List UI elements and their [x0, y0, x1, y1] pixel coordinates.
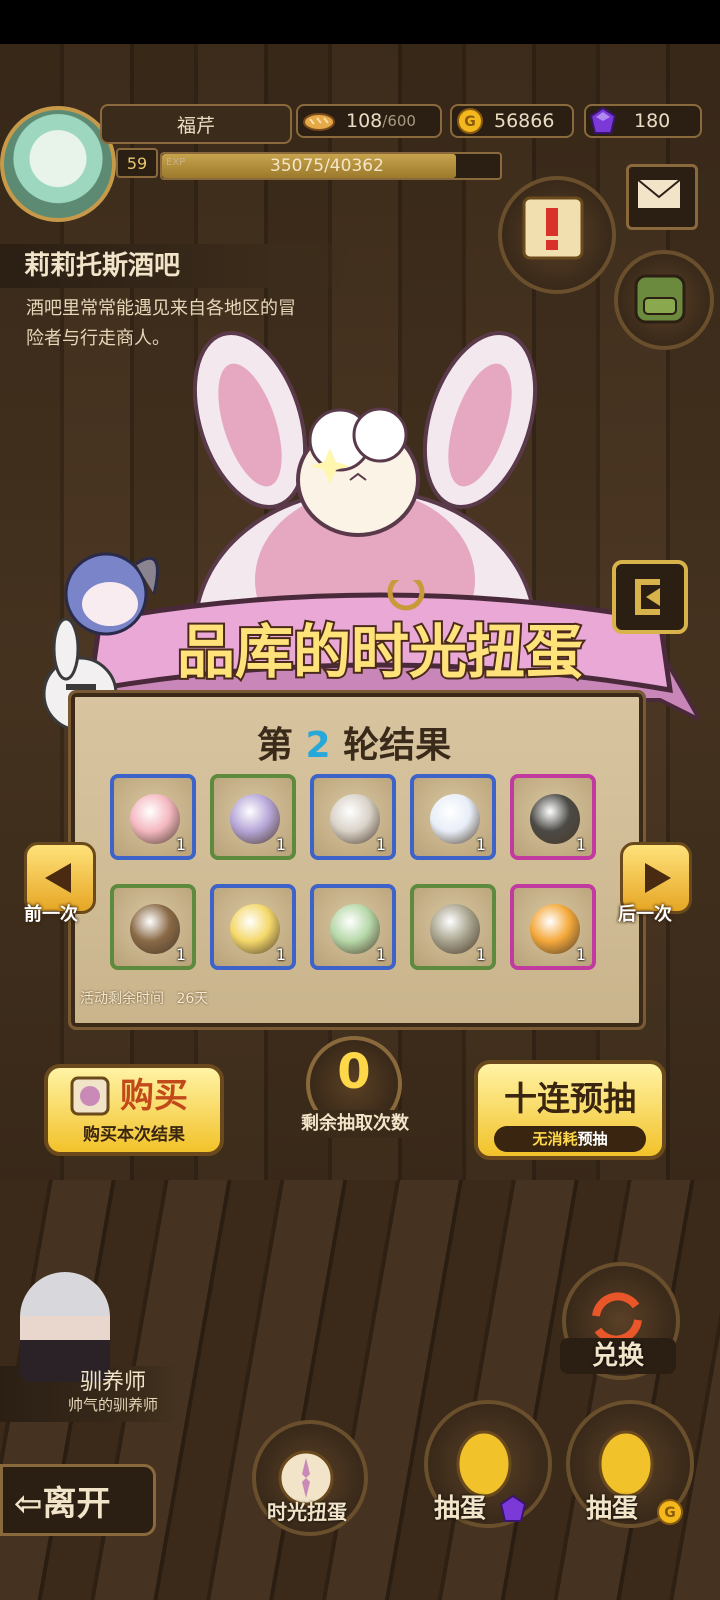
buy-sublabel[interactable]: 购买本次结果	[44, 1120, 224, 1145]
envelope-icon	[636, 178, 682, 210]
stamina-value: 108	[346, 110, 383, 132]
no-cost-highlight: 无消耗	[532, 1130, 578, 1148]
trainer-title: 驯养师	[80, 1370, 147, 1395]
gem-draw-label[interactable]: 抽蛋	[434, 1488, 486, 1525]
stamina-max: /600	[382, 112, 416, 130]
purple-gem-icon	[590, 107, 616, 134]
ten-preview-draw-label[interactable]: 十连预抽	[474, 1072, 666, 1120]
player-avatar[interactable]	[0, 106, 116, 222]
item-count: 1	[275, 835, 286, 854]
bread-icon	[303, 113, 335, 131]
item-count: 1	[375, 835, 386, 854]
item-count: 1	[275, 945, 286, 964]
mail-button[interactable]	[626, 164, 698, 230]
round-prefix: 第	[256, 725, 293, 766]
grey-leaf-icon	[430, 904, 480, 954]
pink-sack-icon	[130, 794, 180, 844]
exp-text: 35075/40362	[270, 156, 384, 176]
preview-draw-text: 预抽	[577, 1130, 608, 1148]
gold-draw-label[interactable]: 抽蛋	[586, 1488, 638, 1525]
result-item-slot[interactable]: 1	[410, 774, 496, 860]
gem-counter[interactable]: 180	[584, 104, 702, 138]
stamina-counter[interactable]: 108 /600	[296, 104, 442, 138]
result-item-slot[interactable]: 1	[410, 884, 496, 970]
exp-tag: EXP	[166, 157, 186, 168]
backpack-button[interactable]	[614, 250, 714, 350]
gold-counter[interactable]: G 56866	[450, 104, 574, 138]
svg-text:G: G	[664, 1505, 676, 1521]
item-count: 1	[175, 945, 186, 964]
player-name-label: 福芹	[176, 114, 215, 137]
item-count: 1	[575, 835, 586, 854]
item-count: 1	[375, 945, 386, 964]
dark-hat-icon	[530, 794, 580, 844]
remaining-count-label: 剩余抽取次数	[270, 1110, 440, 1138]
return-arrow-icon	[635, 579, 660, 615]
buy-label[interactable]: 购买	[120, 1068, 188, 1117]
leave-label[interactable]: ⇦离开	[14, 1476, 111, 1525]
gold-value: 56866	[494, 110, 555, 132]
result-item-slot[interactable]: 1	[310, 884, 396, 970]
round-number: 2	[305, 725, 331, 766]
leave-text: 离开	[42, 1484, 111, 1524]
ten-preview-draw-sublabel[interactable]: 无消耗预抽	[494, 1126, 646, 1152]
item-count: 1	[575, 945, 586, 964]
quest-scroll-button[interactable]	[498, 176, 616, 294]
item-count: 1	[475, 945, 486, 964]
exp-bar: EXP 35075/40362	[160, 152, 502, 180]
svg-text:G: G	[464, 114, 476, 130]
spiked-ball-icon	[330, 794, 380, 844]
item-count: 1	[475, 835, 486, 854]
gacha-title: 品库的时光扭蛋	[177, 618, 583, 686]
gold-coin-icon: G	[457, 108, 483, 134]
previous-label[interactable]: 前一次	[24, 900, 78, 926]
player-level: 59	[116, 148, 158, 178]
result-item-slot[interactable]: 1	[110, 774, 196, 860]
location-title: 莉莉托斯酒吧	[0, 244, 350, 288]
sun-orb-icon	[230, 904, 280, 954]
result-item-slot[interactable]: 1	[510, 774, 596, 860]
purple-gem-icon	[500, 1494, 526, 1522]
round-suffix: 轮结果	[343, 725, 452, 766]
remaining-count-value: 0	[337, 1044, 371, 1100]
result-item-slot[interactable]: 1	[210, 884, 296, 970]
player-name: 福芹	[100, 104, 292, 144]
event-timer: 活动剩余时间 26天	[80, 988, 208, 1008]
result-item-slot[interactable]: 1	[310, 774, 396, 860]
round-title: 第 2 轮结果	[68, 716, 640, 768]
status-bar	[0, 0, 720, 44]
item-count: 1	[175, 835, 186, 854]
wood-barrel-icon	[130, 904, 180, 954]
blue-bow-bag-icon	[430, 794, 480, 844]
next-label[interactable]: 后一次	[618, 900, 672, 926]
time-gacha-label[interactable]: 时光扭蛋	[252, 1496, 362, 1525]
gold-coin-icon: G	[657, 1499, 683, 1525]
trainer-subtitle: 帅气的驯养师	[68, 1396, 159, 1414]
exchange-label[interactable]: 兑换	[560, 1338, 676, 1374]
purple-leaf-icon	[230, 794, 280, 844]
result-item-slot[interactable]: 1	[510, 884, 596, 970]
capsule-badge-icon	[70, 1076, 110, 1116]
scroll-icon	[522, 196, 584, 260]
result-item-slot[interactable]: 1	[210, 774, 296, 860]
left-arrow-icon: ⇦	[14, 1484, 43, 1524]
pudding-icon	[530, 904, 580, 954]
gem-value: 180	[634, 110, 671, 132]
result-item-slot[interactable]: 1	[110, 884, 196, 970]
event-timer-label: 活动剩余时间	[80, 991, 164, 1007]
event-timer-value: 26天	[176, 991, 209, 1007]
backpack-icon	[634, 274, 686, 324]
return-button[interactable]	[612, 560, 688, 634]
location-description-line1: 酒吧里常常能遇见来自各地区的冒	[26, 298, 296, 319]
green-shell-icon	[330, 904, 380, 954]
